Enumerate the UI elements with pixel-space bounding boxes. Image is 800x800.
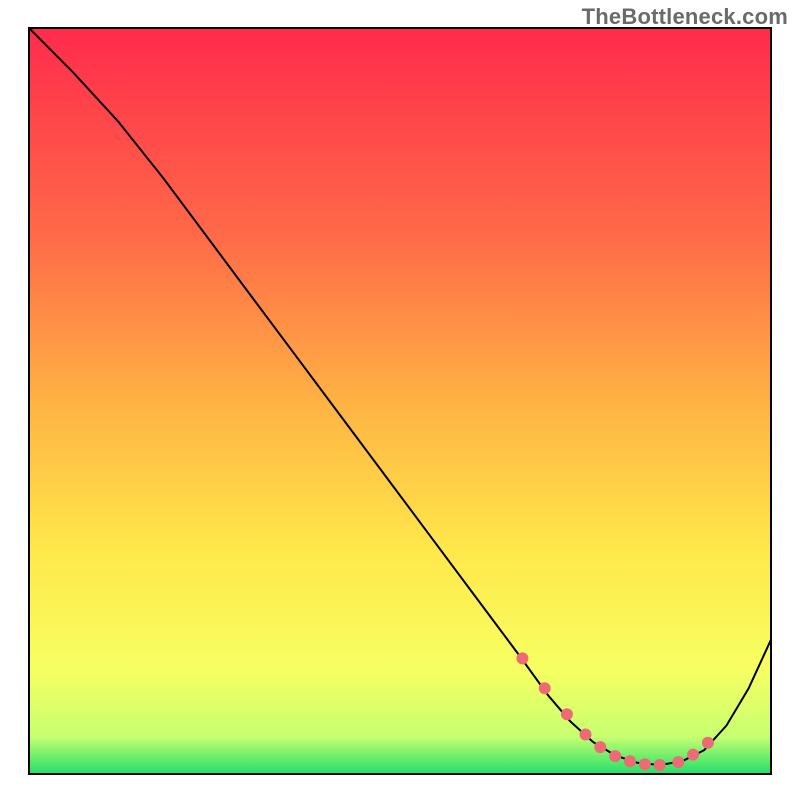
- highlight-dot: [561, 708, 573, 720]
- highlight-dot: [702, 737, 714, 749]
- highlight-dot: [580, 729, 592, 741]
- highlight-dot: [594, 741, 606, 753]
- watermark-text: TheBottleneck.com: [582, 4, 788, 30]
- bottleneck-chart: [0, 0, 800, 800]
- highlight-dot: [516, 652, 528, 664]
- highlight-dot: [672, 756, 684, 768]
- highlight-dot: [639, 758, 651, 770]
- plot-background: [29, 28, 771, 774]
- highlight-dot: [539, 682, 551, 694]
- highlight-dot: [624, 755, 636, 767]
- highlight-dot: [609, 750, 621, 762]
- highlight-dot: [687, 749, 699, 761]
- highlight-dot: [654, 759, 666, 771]
